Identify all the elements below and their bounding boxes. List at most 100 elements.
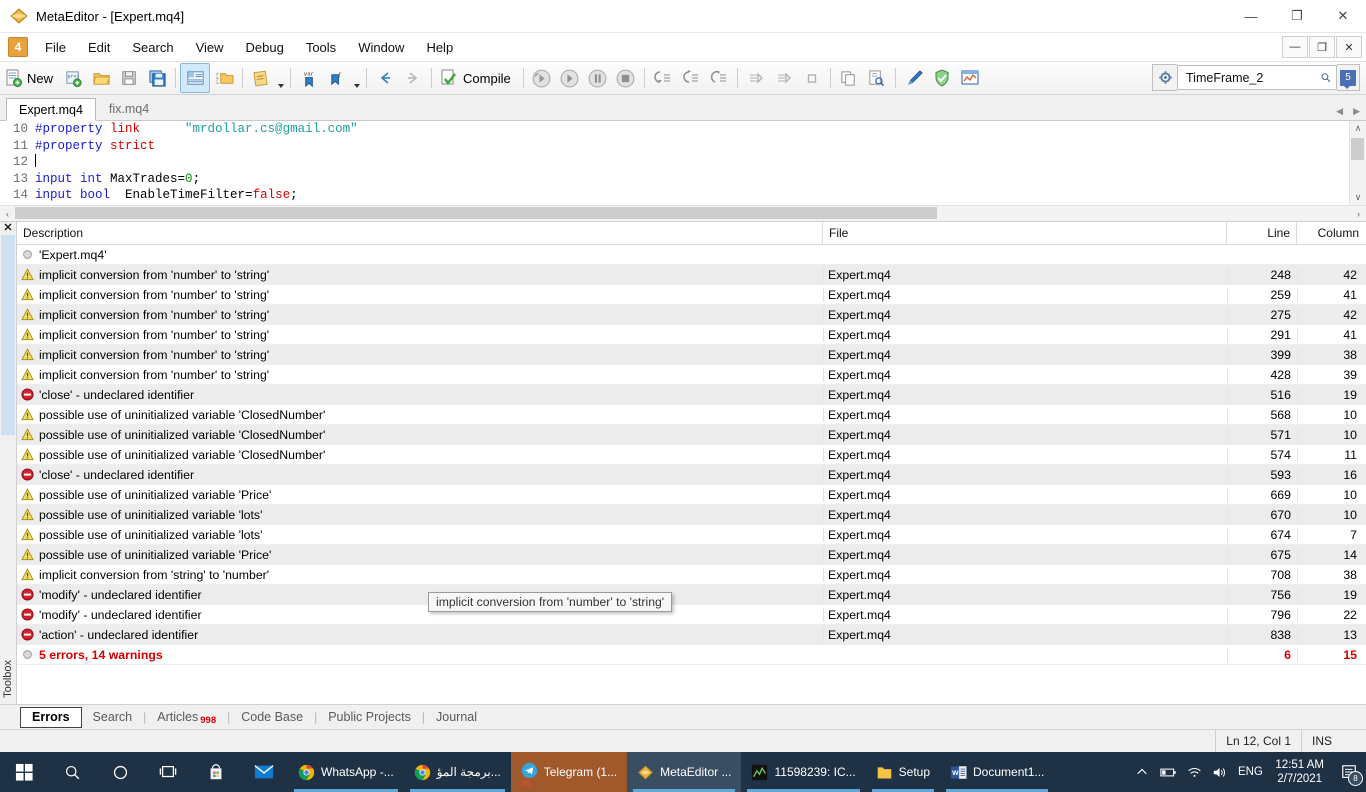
table-row[interactable]: possible use of uninitialized variable '…: [17, 545, 1366, 565]
search-field-wrapper[interactable]: [1177, 65, 1337, 90]
code-line[interactable]: 11#property strict: [0, 138, 1366, 155]
table-row[interactable]: possible use of uninitialized variable '…: [17, 485, 1366, 505]
column-header-column[interactable]: Column: [1297, 222, 1365, 244]
tray-expand-button[interactable]: [1129, 752, 1155, 792]
search-icon[interactable]: [1320, 71, 1332, 84]
close-button[interactable]: ✕: [1320, 0, 1366, 32]
cortana-button[interactable]: [96, 752, 144, 792]
navigator-button[interactable]: [180, 63, 210, 93]
volume-button[interactable]: [1207, 752, 1233, 792]
taskbar-app-whatsapp[interactable]: WhatsApp -...: [288, 752, 404, 792]
table-row[interactable]: implicit conversion from 'number' to 'st…: [17, 365, 1366, 385]
horizontal-scroll-thumb[interactable]: [15, 207, 937, 219]
tab-search[interactable]: Search: [82, 708, 144, 727]
doc-tab-prev-button[interactable]: ◀: [1336, 106, 1343, 117]
mdi-app-icon[interactable]: 4: [8, 37, 28, 57]
table-row[interactable]: 'modify' - undeclared identifierExpert.m…: [17, 585, 1366, 605]
code-line[interactable]: 12: [0, 154, 1366, 171]
open-file-button[interactable]: [87, 64, 115, 92]
tab-public-projects[interactable]: Public Projects: [317, 708, 422, 727]
taskbar-app-telegram[interactable]: .65 Telegram (1...: [511, 752, 627, 792]
battery-button[interactable]: [1155, 752, 1181, 792]
horizontal-scroll-track[interactable]: [15, 206, 1351, 221]
table-row[interactable]: possible use of uninitialized variable '…: [17, 525, 1366, 545]
mdi-minimize-button[interactable]: —: [1282, 36, 1308, 58]
debug-restart-button[interactable]: [528, 64, 556, 92]
mdi-restore-button[interactable]: ❐: [1309, 36, 1335, 58]
search-input[interactable]: [1184, 70, 1320, 86]
tester-button[interactable]: [956, 64, 984, 92]
new-project-button[interactable]: proj: [59, 64, 87, 92]
menu-item-view[interactable]: View: [185, 36, 235, 59]
copy-button[interactable]: [835, 64, 863, 92]
code-line[interactable]: 13input int MaxTrades=0;: [0, 171, 1366, 188]
taskbar-app-metaeditor[interactable]: MetaEditor ...: [627, 752, 741, 792]
table-row[interactable]: 'Expert.mq4': [17, 245, 1366, 265]
microsoft-store-button[interactable]: [192, 752, 240, 792]
table-row[interactable]: possible use of uninitialized variable '…: [17, 405, 1366, 425]
tab-journal[interactable]: Journal: [425, 708, 488, 727]
menu-item-window[interactable]: Window: [347, 36, 415, 59]
table-row[interactable]: implicit conversion from 'number' to 'st…: [17, 345, 1366, 365]
editor-horizontal-scrollbar[interactable]: ‹ ›: [0, 205, 1366, 221]
table-row[interactable]: implicit conversion from 'number' to 'st…: [17, 265, 1366, 285]
mdi-close-button[interactable]: ✕: [1336, 36, 1362, 58]
code-line[interactable]: 14input bool EnableTimeFilter=false;: [0, 187, 1366, 204]
menu-item-debug[interactable]: Debug: [235, 36, 295, 59]
task-view-button[interactable]: [144, 752, 192, 792]
menu-item-file[interactable]: File: [34, 36, 77, 59]
prev-bookmark-button[interactable]: [770, 64, 798, 92]
new-file-button[interactable]: New: [2, 64, 59, 92]
scroll-right-button[interactable]: ›: [1351, 209, 1366, 219]
doc-tab-next-button[interactable]: ▶: [1353, 106, 1360, 117]
column-header-description[interactable]: Description: [17, 222, 823, 244]
notification-center-button[interactable]: 8: [1332, 752, 1366, 792]
menu-item-search[interactable]: Search: [121, 36, 184, 59]
table-row[interactable]: 'close' - undeclared identifierExpert.mq…: [17, 385, 1366, 405]
code-content[interactable]: 10#property link "mrdollar.cs@gmail.com"…: [0, 121, 1366, 204]
table-row[interactable]: implicit conversion from 'number' to 'st…: [17, 305, 1366, 325]
code-editor[interactable]: 10#property link "mrdollar.cs@gmail.com"…: [0, 121, 1366, 205]
tab-articles[interactable]: Articles 998: [146, 708, 227, 727]
search-settings-button[interactable]: [1152, 64, 1177, 91]
maximize-button[interactable]: ❐: [1274, 0, 1320, 32]
back-button[interactable]: [371, 64, 399, 92]
toolbox-button[interactable]: [210, 64, 238, 92]
column-header-line[interactable]: Line: [1227, 222, 1297, 244]
errors-grid-rows[interactable]: 'Expert.mq4'implicit conversion from 'nu…: [17, 245, 1366, 704]
table-row[interactable]: possible use of uninitialized variable '…: [17, 445, 1366, 465]
next-bookmark-button[interactable]: [742, 64, 770, 92]
variables-button[interactable]: var: [295, 64, 323, 92]
start-button[interactable]: [0, 752, 48, 792]
taskbar-search-button[interactable]: [48, 752, 96, 792]
status-insert-mode[interactable]: INS: [1301, 730, 1366, 752]
scroll-left-button[interactable]: ‹: [0, 209, 15, 219]
table-row[interactable]: implicit conversion from 'number' to 'st…: [17, 285, 1366, 305]
scroll-up-button[interactable]: ∧: [1350, 121, 1366, 136]
table-row[interactable]: possible use of uninitialized variable '…: [17, 505, 1366, 525]
toggle-bookmark-button[interactable]: [798, 64, 826, 92]
security-button[interactable]: [928, 64, 956, 92]
debug-pause-button[interactable]: [584, 64, 612, 92]
taskbar-app-chrome-arabic[interactable]: برمجة المؤ...: [404, 752, 511, 792]
editor-vertical-scrollbar[interactable]: ∧ ∨: [1349, 121, 1366, 205]
menu-item-help[interactable]: Help: [415, 36, 464, 59]
menu-item-tools[interactable]: Tools: [295, 36, 347, 59]
doc-tab-expert[interactable]: Expert.mq4: [6, 98, 96, 121]
mail-button[interactable]: [240, 752, 288, 792]
toolbox-close-button[interactable]: ✕: [3, 223, 12, 233]
step-over-button[interactable]: [677, 64, 705, 92]
compile-button[interactable]: Compile: [436, 64, 519, 92]
find-in-files-button[interactable]: [863, 64, 891, 92]
table-row[interactable]: possible use of uninitialized variable '…: [17, 425, 1366, 445]
tab-code-base[interactable]: Code Base: [230, 708, 314, 727]
functions-dropdown[interactable]: [351, 60, 362, 97]
properties-dropdown[interactable]: [275, 60, 286, 97]
table-row[interactable]: implicit conversion from 'string' to 'nu…: [17, 565, 1366, 585]
code-line[interactable]: 10#property link "mrdollar.cs@gmail.com": [0, 121, 1366, 138]
table-row[interactable]: 'action' - undeclared identifierExpert.m…: [17, 625, 1366, 645]
debug-start-button[interactable]: [556, 64, 584, 92]
step-out-button[interactable]: [705, 64, 733, 92]
scroll-down-button[interactable]: ∨: [1350, 190, 1366, 205]
vertical-scroll-thumb[interactable]: [1351, 138, 1364, 160]
